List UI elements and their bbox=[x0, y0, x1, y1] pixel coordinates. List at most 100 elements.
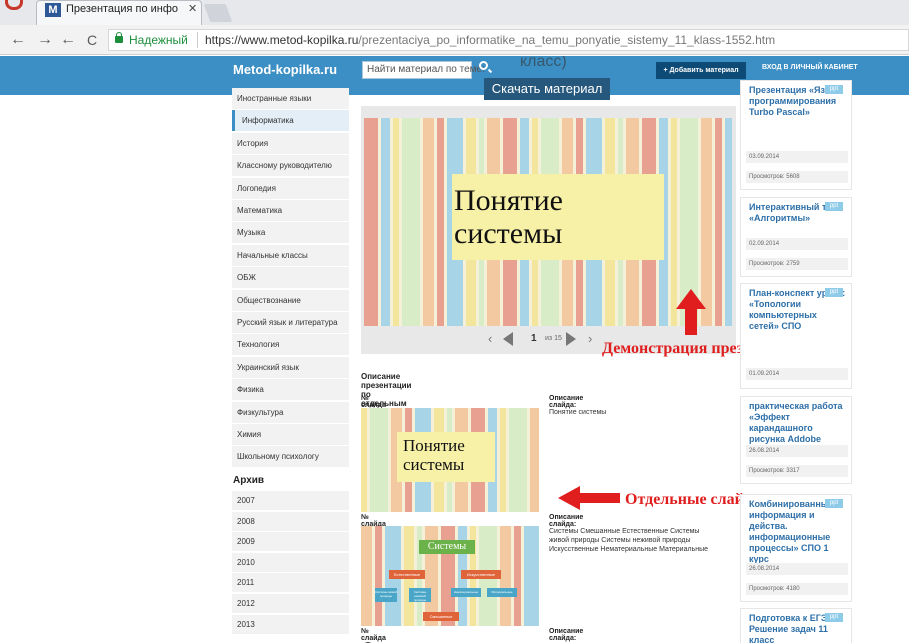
browser-tab[interactable]: M Презентация по инфор ✕ bbox=[36, 0, 202, 25]
slide-title-line2: системы bbox=[454, 217, 563, 250]
related-material-card[interactable]: практическая работа «Эффект карандашного… bbox=[740, 396, 852, 484]
back-arrow-icon[interactable]: ← bbox=[10, 32, 26, 48]
slide-thumbnail[interactable]: Системы Естественные Искусственные Систе… bbox=[361, 526, 539, 626]
slide-stripe bbox=[375, 526, 382, 626]
download-material-button[interactable]: Скачать материал bbox=[484, 78, 610, 100]
sidebar-item[interactable]: Физика bbox=[232, 379, 349, 400]
card-views: Просмотров: 3317 bbox=[746, 465, 848, 477]
diagram-box: Смешанные bbox=[423, 612, 459, 621]
archive-year-item[interactable]: 2007 bbox=[232, 491, 349, 510]
slide-stripe bbox=[364, 118, 378, 326]
slides-arrow-icon bbox=[558, 486, 620, 510]
page-title-fragment: класс) bbox=[520, 56, 567, 70]
next-slide-icon[interactable] bbox=[566, 332, 576, 346]
slide-stripe bbox=[530, 408, 539, 512]
sidebar-item[interactable]: Химия bbox=[232, 424, 349, 445]
reload-icon[interactable]: C bbox=[87, 32, 97, 48]
slide-stripe bbox=[725, 118, 732, 326]
prev-page-icon[interactable]: ‹ bbox=[488, 331, 492, 346]
add-material-button[interactable]: + Добавить материал bbox=[656, 62, 746, 79]
card-title[interactable]: Комбинированный информация и действа. ин… bbox=[749, 499, 849, 565]
slide-stripe bbox=[509, 408, 527, 512]
sidebar-item[interactable]: Математика bbox=[232, 200, 349, 221]
url-divider bbox=[197, 32, 198, 48]
archive-year-item[interactable]: 2013 bbox=[232, 615, 349, 634]
sidebar-item[interactable]: Украинский язык bbox=[232, 357, 349, 378]
slide-number-text: № слайда bbox=[361, 628, 386, 642]
related-material-card[interactable]: План-конспект урока: «Топологии компьюте… bbox=[740, 283, 852, 389]
sidebar-item[interactable]: Физкультура bbox=[232, 402, 349, 423]
sidebar-item[interactable]: Технология bbox=[232, 334, 349, 355]
slide-number-text: № слайда bbox=[361, 395, 386, 409]
slide-title-line1: Понятие bbox=[454, 184, 563, 217]
slide-stripe bbox=[715, 118, 722, 326]
archive-year-item[interactable]: 2008 bbox=[232, 512, 349, 531]
new-tab-button[interactable] bbox=[203, 4, 233, 22]
slide-description-label: Описание слайда: bbox=[549, 395, 584, 409]
card-date: 26.08.2014 bbox=[746, 563, 848, 575]
login-cabinet-link[interactable]: ВХОД В ЛИЧНЫЙ КАБИНЕТ bbox=[762, 64, 858, 71]
archive-year-item[interactable]: 2009 bbox=[232, 532, 349, 551]
sidebar-item[interactable]: Школьному психологу bbox=[232, 446, 349, 467]
sidebar-item[interactable]: Логопедия bbox=[232, 178, 349, 199]
demo-arrow-icon bbox=[676, 289, 706, 335]
archive-year-item[interactable]: 2010 bbox=[232, 553, 349, 572]
url-text: https://www.metod-kopilka.ru/prezentaciy… bbox=[205, 33, 775, 47]
archive-title: Архив bbox=[233, 475, 265, 486]
diagram-box: Естественные bbox=[389, 570, 425, 579]
slide-title: Понятие системы bbox=[454, 184, 563, 250]
slide-number-label: № слайда3 bbox=[361, 628, 386, 643]
related-material-card[interactable]: Комбинированный информация и действа. ин… bbox=[740, 494, 852, 602]
slide-description-label: Описание слайда: bbox=[549, 628, 584, 642]
lock-icon bbox=[115, 32, 123, 43]
search-input[interactable]: Найти материал по теме: bbox=[362, 61, 485, 79]
search-icon[interactable] bbox=[479, 61, 488, 70]
card-date: 26.08.2014 bbox=[746, 445, 848, 457]
prev-slide-icon[interactable] bbox=[503, 332, 513, 346]
related-material-card[interactable]: Подготовка к ЕГЭ. Решение задач 11 класс… bbox=[740, 608, 852, 643]
sidebar-item[interactable]: Русский язык и литература bbox=[232, 312, 349, 333]
diagram-box: Искусственные bbox=[461, 570, 501, 579]
slide-stripe bbox=[370, 408, 388, 512]
sidebar-item[interactable]: Музыка bbox=[232, 222, 349, 243]
related-material-card[interactable]: Презентация «Язык программирования Turbo… bbox=[740, 80, 852, 190]
slide-description-text: Понятие системы bbox=[549, 409, 607, 416]
sidebar-item[interactable]: История bbox=[232, 133, 349, 154]
file-type-badge: ppt bbox=[825, 288, 843, 297]
next-page-icon[interactable]: › bbox=[588, 331, 592, 346]
secure-label: Надежный bbox=[129, 33, 188, 47]
thumb-title-line1: Понятие bbox=[403, 436, 465, 455]
tab-title: Презентация по инфор bbox=[66, 3, 178, 15]
sidebar-item[interactable]: Информатика bbox=[232, 110, 349, 131]
tab-close-icon[interactable]: ✕ bbox=[188, 2, 197, 15]
sidebar-item[interactable]: Иностранные языки bbox=[232, 88, 349, 109]
slide-stripe bbox=[361, 526, 372, 626]
sidebar-item[interactable]: Начальные классы bbox=[232, 245, 349, 266]
related-material-card[interactable]: Интерактивный тест «Алгоритмы» ppt 02.09.2… bbox=[740, 197, 852, 277]
sidebar-item[interactable]: ОБЖ bbox=[232, 267, 349, 288]
current-page-number: 1 bbox=[531, 333, 537, 344]
back-arrow-icon-2[interactable]: ← bbox=[60, 32, 76, 48]
file-type-badge: ppt bbox=[825, 613, 843, 622]
card-views: Просмотров: 5608 bbox=[746, 171, 848, 183]
card-views: Просмотров: 4180 bbox=[746, 583, 848, 595]
slide-stripe bbox=[524, 526, 539, 626]
slide-stripe bbox=[500, 526, 511, 626]
forward-arrow-icon[interactable]: → bbox=[37, 32, 53, 48]
slide-description-label: Описание слайда: bbox=[549, 514, 584, 528]
slide-thumbnail[interactable]: Понятие системы bbox=[361, 408, 539, 512]
diagram-root-box: Системы bbox=[419, 540, 475, 554]
slide-stripe bbox=[381, 118, 390, 326]
site-logo[interactable]: Metod-kopilka.ru bbox=[233, 62, 337, 77]
sidebar-item[interactable]: Классному руководителю bbox=[232, 155, 349, 176]
archive-year-item[interactable]: 2011 bbox=[232, 573, 349, 592]
archive-year-item[interactable]: 2012 bbox=[232, 594, 349, 613]
slide-stripe bbox=[500, 408, 506, 512]
browser-logo-icon bbox=[5, 0, 23, 10]
thumb-title-line2: системы bbox=[403, 455, 465, 474]
slide-stripe bbox=[423, 118, 434, 326]
search-placeholder: Найти материал по теме: bbox=[367, 64, 485, 75]
sidebar-item[interactable]: Обществознание bbox=[232, 290, 349, 311]
url-input[interactable]: Надежный https://www.metod-kopilka.ru/pr… bbox=[108, 29, 909, 51]
diagram-box: Нематериальные bbox=[451, 588, 481, 597]
